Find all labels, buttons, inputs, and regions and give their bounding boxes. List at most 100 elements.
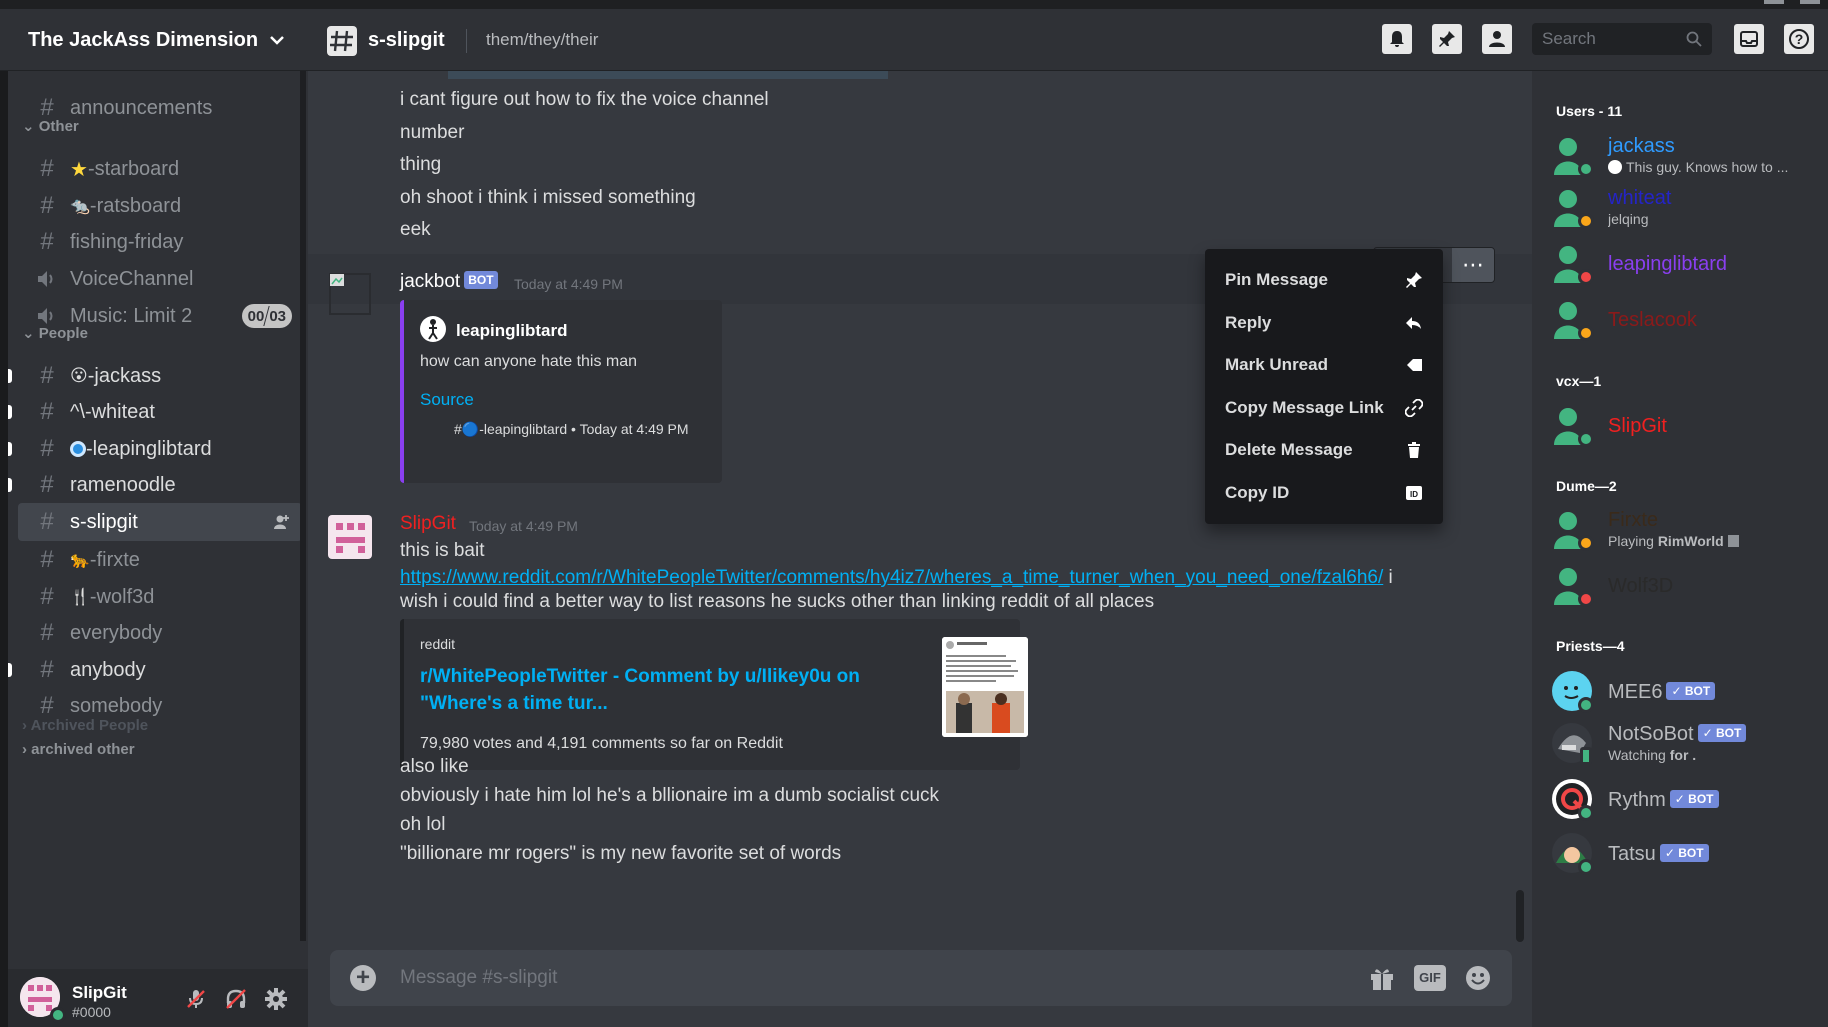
channel-label: -whiteat [84, 400, 155, 423]
menu-item-pin-message[interactable]: Pin Message [1213, 259, 1435, 302]
channel-s-slipgit[interactable]: # s-slipgit [18, 503, 302, 541]
menu-item-mark-unread[interactable]: Mark Unread [1213, 344, 1435, 387]
verified-bot-badge: ✓ BOT [1669, 790, 1719, 808]
member-name[interactable]: MEE6 ✓ BOT [1608, 681, 1716, 704]
channel-firxte[interactable]: # 🐆 -firxte [18, 541, 302, 579]
link-icon [1405, 398, 1423, 417]
channel-anybody[interactable]: # anybody [8, 651, 302, 689]
avatar-broken-image[interactable] [328, 272, 372, 316]
menu-item-delete-message[interactable]: Delete Message [1213, 429, 1435, 472]
member-item[interactable]: Tatsu ✓ BOT [1552, 829, 1822, 877]
member-item[interactable]: MEE6 ✓ BOT [1552, 667, 1822, 715]
message-text: oh lol [400, 814, 446, 835]
maximize-icon[interactable] [1800, 0, 1820, 4]
member-name[interactable]: Wolf3D [1608, 575, 1673, 598]
member-name[interactable]: Tatsu ✓ BOT [1608, 843, 1709, 866]
menu-item-copy-id[interactable]: Copy ID ID [1213, 472, 1435, 515]
mute-microphone-icon[interactable] [184, 987, 208, 1011]
search-box[interactable] [1532, 23, 1712, 55]
sidebar-scrollbar[interactable] [300, 71, 306, 941]
menu-item-reply[interactable]: Reply [1213, 302, 1435, 345]
deafen-headphones-icon[interactable] [224, 987, 248, 1011]
message-input[interactable] [400, 950, 1280, 1006]
member-item[interactable]: SlipGit [1552, 401, 1822, 449]
channel-label: -jackass [87, 364, 162, 387]
channel-whiteat[interactable]: # ^\ -whiteat [8, 393, 302, 431]
embed-title-line[interactable]: r/WhitePeopleTwitter - Comment by u/Ilik… [420, 663, 860, 690]
member-name-text[interactable]: jackass [1608, 135, 1675, 157]
member-item[interactable]: jackass This guy. Knows how to ... [1552, 131, 1822, 179]
member-name[interactable]: Rythm ✓ BOT [1608, 789, 1719, 812]
category-people[interactable]: ⌄ People [22, 324, 88, 342]
gift-icon[interactable] [1368, 964, 1396, 992]
avatar[interactable] [328, 515, 372, 559]
member-name-text[interactable]: Teslacook [1608, 309, 1697, 331]
member-item[interactable]: Rythm ✓ BOT [1552, 775, 1822, 823]
minimize-icon[interactable] [1764, 0, 1784, 4]
channel-jackass[interactable]: # 😮 -jackass [8, 357, 302, 395]
channel-label: -starboard [87, 157, 180, 180]
channel-wolf3d[interactable]: # 🍴 -wolf3d [18, 578, 302, 616]
gif-icon[interactable]: GIF [1414, 965, 1446, 991]
member-name[interactable]: SlipGit [1608, 415, 1667, 438]
help-icon[interactable]: ? [1784, 24, 1814, 54]
member-name-text[interactable]: Firxte [1608, 509, 1658, 531]
settings-gear-icon[interactable] [264, 987, 288, 1011]
author-name[interactable]: jackbot [400, 271, 460, 292]
member-name-text[interactable]: Tatsu [1608, 843, 1656, 865]
member-item[interactable]: leapinglibtard [1552, 239, 1822, 287]
add-attachment-icon[interactable]: + [350, 965, 376, 991]
member-item[interactable]: NotSoBot ✓ BOT Watching for . [1552, 719, 1822, 767]
voice-channel[interactable]: VoiceChannel [18, 260, 302, 298]
member-name[interactable]: Firxte [1608, 509, 1658, 532]
category-archived-people[interactable]: › Archived People [22, 717, 148, 734]
emoji-picker-icon[interactable] [1464, 964, 1492, 992]
member-name-text[interactable]: Rythm [1608, 789, 1666, 811]
member-name-text[interactable]: MEE6 [1608, 681, 1662, 703]
member-item[interactable]: Firxte Playing RimWorld [1552, 505, 1822, 553]
member-name-text[interactable]: Wolf3D [1608, 575, 1673, 597]
channel-ramenoodle[interactable]: # ramenoodle [8, 466, 302, 504]
member-name-text[interactable]: SlipGit [1608, 415, 1667, 437]
category-archived-other[interactable]: › archived other [22, 741, 135, 758]
add-member-icon[interactable] [272, 513, 290, 531]
search-input[interactable] [1532, 23, 1682, 55]
embed-title[interactable]: r/WhitePeopleTwitter - Comment by u/Ilik… [420, 663, 860, 717]
channel-topic[interactable]: them/they/their [486, 9, 598, 71]
embed-color-bar [400, 619, 404, 770]
member-name-text[interactable]: whiteat [1608, 187, 1671, 209]
category-other[interactable]: ⌄ Other [22, 117, 79, 135]
member-name[interactable]: jackass [1608, 135, 1675, 158]
reddit-link[interactable]: https://www.reddit.com/r/WhitePeopleTwit… [400, 567, 1383, 588]
embed-author[interactable]: leapinglibtard [456, 321, 567, 341]
inbox-icon[interactable] [1734, 24, 1764, 54]
embed-thumbnail[interactable] [942, 637, 1028, 737]
chat-scrollbar-thumb[interactable] [1516, 890, 1524, 942]
member-name[interactable]: Teslacook [1608, 309, 1697, 332]
member-list-icon[interactable] [1482, 24, 1512, 54]
chevron-down-icon[interactable] [268, 31, 286, 49]
member-item[interactable]: Wolf3D [1552, 561, 1822, 609]
channel-fishing-friday[interactable]: # fishing-friday [18, 223, 302, 261]
more-options-icon[interactable]: ⋯ [1452, 248, 1494, 282]
server-name[interactable]: The JackAss Dimension [28, 9, 258, 71]
member-name[interactable]: NotSoBot ✓ BOT [1608, 723, 1747, 746]
embed-title-line[interactable]: "Where's a time tur... [420, 690, 860, 717]
previous-image-edge [448, 71, 888, 79]
channel-everybody[interactable]: # everybody [18, 614, 302, 652]
member-item[interactable]: whiteat jelqing [1552, 183, 1822, 231]
channel-leapinglibtard[interactable]: # -leapinglibtard [8, 430, 302, 468]
channel-starboard[interactable]: # ★ -starboard [18, 150, 302, 188]
member-name-text[interactable]: NotSoBot [1608, 723, 1694, 745]
member-name[interactable]: leapinglibtard [1608, 253, 1727, 276]
member-name-text[interactable]: leapinglibtard [1608, 253, 1727, 275]
message-author[interactable]: jackbot BOT [400, 271, 498, 293]
notification-bell-icon[interactable] [1382, 24, 1412, 54]
member-name[interactable]: whiteat [1608, 187, 1671, 210]
channel-ratsboard[interactable]: # 🐀 -ratsboard [18, 187, 302, 225]
pinned-messages-icon[interactable] [1432, 24, 1462, 54]
menu-item-copy-message-link[interactable]: Copy Message Link [1213, 387, 1435, 430]
message-author[interactable]: SlipGit [400, 513, 456, 535]
member-item[interactable]: Teslacook [1552, 295, 1822, 343]
embed-source-link[interactable]: Source [420, 390, 474, 410]
